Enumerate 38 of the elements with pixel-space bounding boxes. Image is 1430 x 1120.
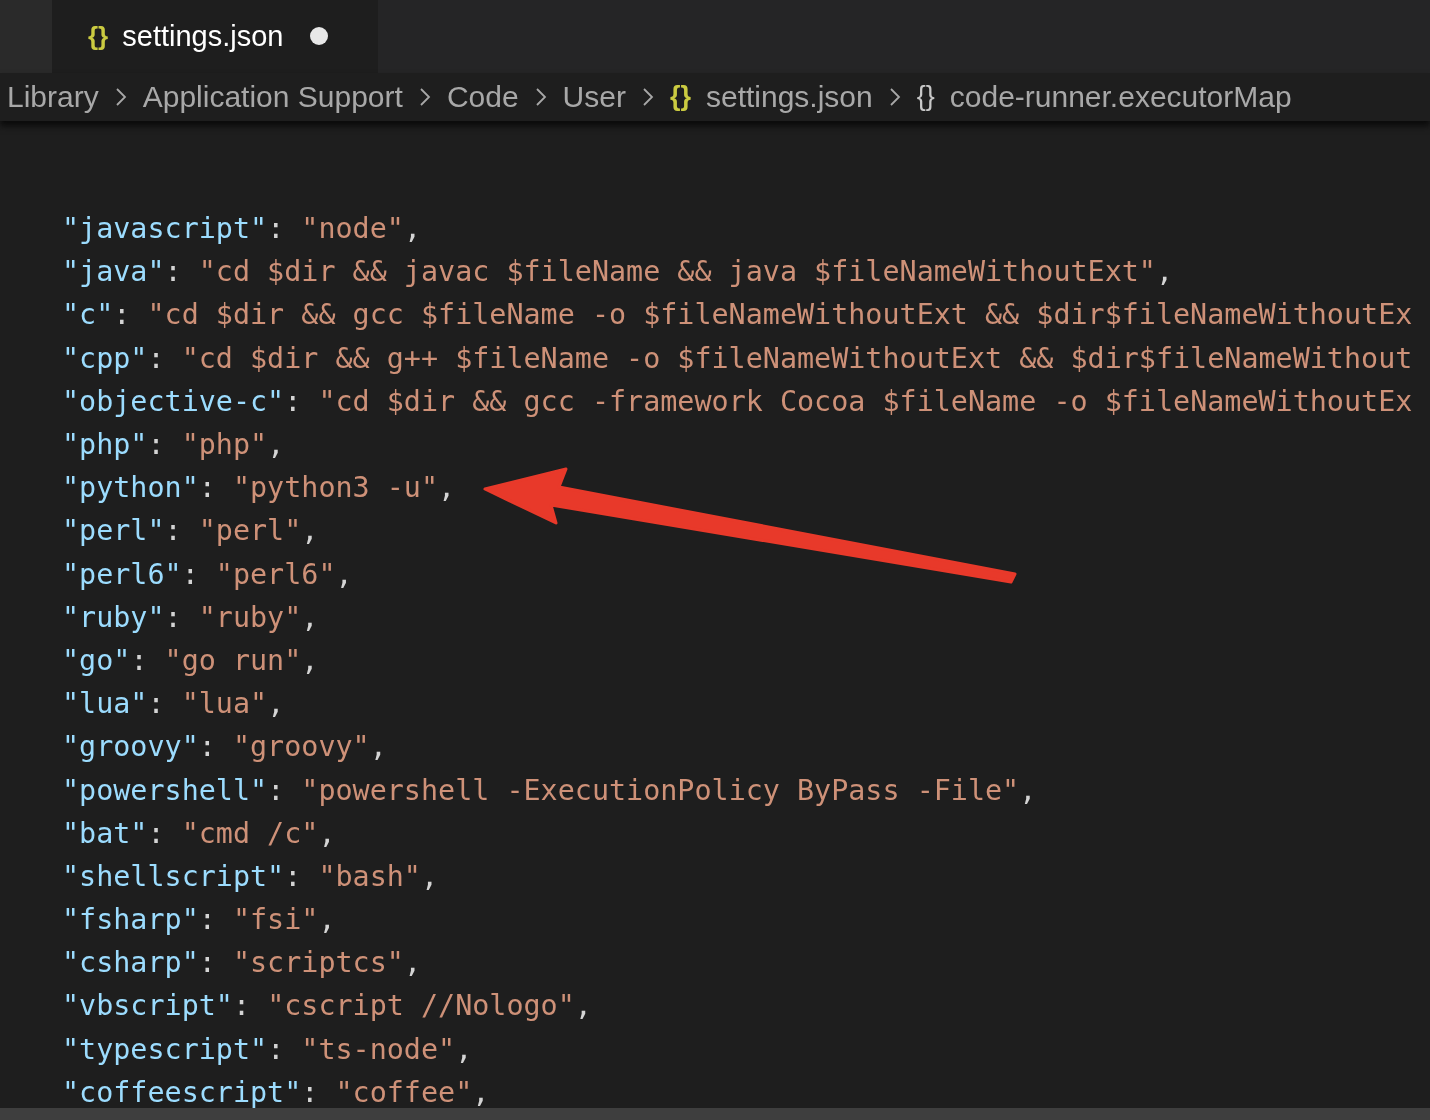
code-line: "java": "cd $dir && javac $fileName && java $fileNameWithoutExt",: [62, 256, 1174, 289]
code-line: "lua": "lua",: [62, 688, 285, 721]
code-line: "typescript": "ts-node",: [62, 1033, 473, 1066]
code-line: "csharp": "scriptcs",: [62, 947, 421, 980]
code-line: "powershell": "powershell -ExecutionPolicy ByPass -File",: [62, 774, 1037, 807]
chevron-icon: [534, 86, 547, 107]
code-line: "perl": "perl",: [62, 515, 319, 548]
code-line: "go": "go run",: [62, 644, 319, 677]
code-line: "shellscript": "bash",: [62, 860, 439, 893]
editor-tab[interactable]: {} settings.json: [52, 0, 378, 73]
breadcrumb-item[interactable]: code-runner.executorMap: [949, 79, 1292, 114]
chevron-icon: [114, 86, 127, 107]
code-line: "c": "cd $dir && gcc $fileName -o $fileNameWithoutExt && $dir$fileNameWithoutEx: [62, 299, 1413, 332]
braces-icon: {}: [916, 81, 935, 113]
breadcrumb-item[interactable]: User: [562, 79, 626, 114]
code-line: "vbscript": "cscript //Nologo",: [62, 990, 592, 1023]
code-line: "php": "php",: [62, 429, 285, 461]
breadcrumb-item[interactable]: Application Support: [142, 79, 403, 114]
code-line: "fsharp": "fsi",: [62, 904, 336, 937]
code-line: "objective-c": "cd $dir && gcc -framework Cocoa $fileName -o $fileNameWithoutEx: [62, 385, 1413, 418]
code-line: "python": "python3 -u",: [62, 472, 456, 505]
code-line: "javascript": "node",: [62, 213, 421, 246]
code-line: "perl6": "perl6",: [62, 558, 353, 591]
tab-label: settings.json: [122, 19, 284, 53]
breadcrumb-item[interactable]: Code: [446, 79, 519, 114]
chevron-icon: [888, 86, 901, 107]
code-line: "coffeescript": "coffee",: [62, 1076, 490, 1109]
code-line: "ruby": "ruby",: [62, 601, 319, 634]
breadcrumb-item[interactable]: settings.json: [705, 79, 873, 114]
code-line: "cpp": "cd $dir && g++ $fileName -o $fileNameWithoutExt && $dir$fileNameWithout: [62, 342, 1413, 375]
chevron-icon: [418, 86, 431, 107]
horizontal-scrollbar[interactable]: [0, 1108, 1430, 1120]
json-icon: {}: [88, 20, 109, 52]
chevron-icon: [641, 86, 654, 107]
code-line: "bat": "cmd /c",: [62, 817, 336, 850]
braces-icon: {}: [669, 81, 691, 113]
code-line: "groovy": "groovy",: [62, 731, 387, 764]
breadcrumb-item[interactable]: Library: [7, 79, 99, 114]
